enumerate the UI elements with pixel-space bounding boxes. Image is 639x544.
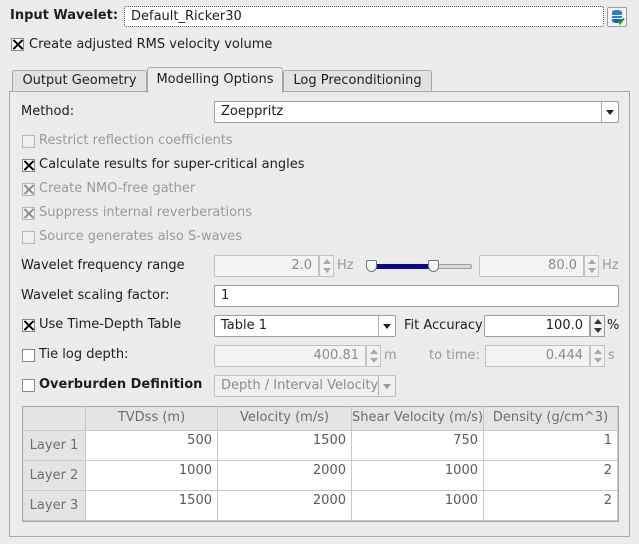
table-cell[interactable]: 750 bbox=[352, 431, 484, 461]
tie-log-depth-checkbox[interactable] bbox=[22, 349, 35, 362]
column-header-tvdss[interactable]: TVDss (m) bbox=[86, 407, 218, 431]
table-cell[interactable]: 1000 bbox=[352, 491, 484, 521]
time-depth-checkbox[interactable] bbox=[22, 319, 35, 332]
table-cell[interactable]: 500 bbox=[86, 431, 218, 461]
freq-min-input[interactable]: 2.0 bbox=[214, 255, 319, 277]
time-depth-table-value: Table 1 bbox=[221, 318, 268, 333]
tie-log-depth-label: Tie log depth: bbox=[39, 347, 129, 362]
time-depth-table-select[interactable]: Table 1 bbox=[214, 315, 396, 337]
overburden-mode-select[interactable]: Depth / Interval Velocity bbox=[214, 375, 396, 397]
tie-depth-input[interactable]: 400.81 bbox=[214, 345, 366, 367]
freq-range-label: Wavelet frequency range bbox=[21, 258, 185, 273]
tie-time-unit: s bbox=[608, 348, 615, 363]
fit-accuracy-input[interactable]: 100.0 bbox=[484, 315, 590, 337]
fit-accuracy-spinner[interactable] bbox=[590, 315, 605, 337]
freq-slider-fill bbox=[372, 264, 435, 269]
super-critical-label: Calculate results for super-critical ang… bbox=[39, 157, 305, 172]
freq-slider-high-handle[interactable] bbox=[427, 260, 439, 272]
nmo-free-label: Create NMO-free gather bbox=[39, 181, 196, 196]
column-header-shear-velocity[interactable]: Shear Velocity (m/s) bbox=[352, 407, 484, 431]
table-cell[interactable]: 2000 bbox=[218, 461, 352, 491]
freq-max-spinner[interactable] bbox=[584, 255, 599, 277]
method-label: Method: bbox=[21, 104, 75, 119]
table-cell[interactable]: 1 bbox=[484, 431, 618, 461]
overburden-checkbox[interactable] bbox=[22, 379, 35, 392]
chevron-down-icon bbox=[601, 102, 618, 122]
tie-depth-spinner[interactable] bbox=[366, 345, 381, 367]
fit-accuracy-unit: % bbox=[607, 318, 620, 333]
overburden-label: Overburden Definition bbox=[39, 377, 203, 392]
freq-min-unit: Hz bbox=[337, 258, 354, 273]
tie-depth-unit: m bbox=[384, 348, 397, 363]
suppress-reverb-checkbox[interactable] bbox=[22, 207, 35, 220]
tie-time-spinner[interactable] bbox=[590, 345, 605, 367]
super-critical-checkbox[interactable] bbox=[22, 159, 35, 172]
suppress-reverb-label: Suppress internal reverberations bbox=[39, 205, 253, 220]
restrict-reflection-checkbox[interactable] bbox=[22, 135, 35, 148]
row-header[interactable]: Layer 2 bbox=[23, 461, 86, 491]
method-select[interactable]: Zoeppritz bbox=[214, 101, 619, 123]
tie-time-input[interactable]: 0.444 bbox=[485, 345, 590, 367]
layer-table[interactable]: TVDss (m) Velocity (m/s) Shear Velocity … bbox=[22, 406, 619, 522]
time-depth-label: Use Time-Depth Table bbox=[39, 317, 182, 332]
freq-max-unit: Hz bbox=[602, 258, 619, 273]
freq-min-spinner[interactable] bbox=[319, 255, 334, 277]
table-cell[interactable]: 1000 bbox=[86, 461, 218, 491]
restrict-reflection-label: Restrict reflection coefficients bbox=[39, 133, 233, 148]
chevron-down-icon bbox=[378, 316, 395, 336]
table-cell[interactable]: 2 bbox=[484, 491, 618, 521]
to-time-label: to time: bbox=[429, 348, 480, 363]
overburden-mode-value: Depth / Interval Velocity bbox=[221, 378, 379, 393]
fit-accuracy-label: Fit Accuracy bbox=[404, 318, 483, 333]
table-cell[interactable]: 1000 bbox=[352, 461, 484, 491]
table-cell[interactable]: 1500 bbox=[218, 431, 352, 461]
method-value: Zoeppritz bbox=[221, 104, 284, 119]
scaling-label: Wavelet scaling factor: bbox=[21, 288, 170, 303]
table-cell[interactable]: 2 bbox=[484, 461, 618, 491]
table-cell[interactable]: 2000 bbox=[218, 491, 352, 521]
freq-max-input[interactable]: 80.0 bbox=[479, 255, 584, 277]
column-header-velocity[interactable]: Velocity (m/s) bbox=[218, 407, 352, 431]
column-header-density[interactable]: Density (g/cm^3) bbox=[484, 407, 618, 431]
table-cell[interactable]: 1500 bbox=[86, 491, 218, 521]
freq-slider-low-handle[interactable] bbox=[366, 260, 377, 272]
freq-slider-track[interactable] bbox=[366, 264, 472, 269]
s-waves-label: Source generates also S-waves bbox=[39, 229, 243, 244]
nmo-free-checkbox[interactable] bbox=[22, 183, 35, 196]
s-waves-checkbox[interactable] bbox=[22, 231, 35, 244]
row-header[interactable]: Layer 1 bbox=[23, 431, 86, 461]
chevron-down-icon bbox=[378, 376, 395, 396]
table-corner[interactable] bbox=[23, 407, 86, 431]
row-header[interactable]: Layer 3 bbox=[23, 491, 86, 521]
scaling-input[interactable]: 1 bbox=[214, 285, 619, 307]
